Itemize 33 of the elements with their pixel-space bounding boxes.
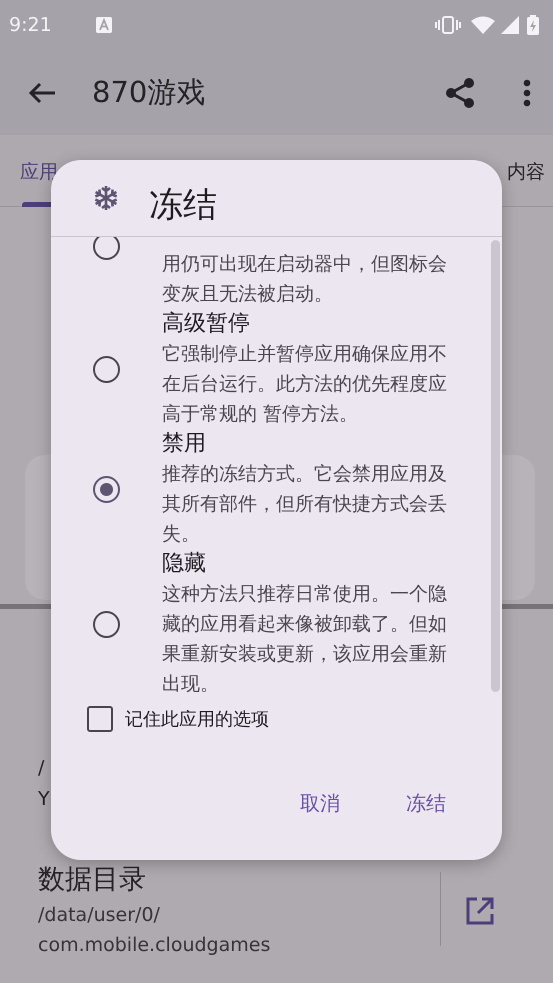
radio-button[interactable] (93, 610, 120, 638)
option-description: 用仍可出现在启动器中，但图标会变灰且无法被启动。 (162, 252, 448, 307)
option-description: 推荐的冻结方式。它会禁用应用及其所有部件，但所有快捷方式会丢失。 (162, 462, 448, 547)
dialog-title: 冻结 (149, 184, 217, 227)
checkbox-label: 记住此应用的选项 (125, 708, 269, 732)
more-icon[interactable] (523, 78, 531, 106)
app-title: 870游戏 (92, 74, 206, 111)
back-icon[interactable] (28, 82, 56, 104)
option-title: 高级暂停 (162, 310, 251, 338)
wifi-icon (471, 16, 495, 34)
option-title: 隐藏 (162, 550, 207, 578)
item-subtitle: / (38, 756, 44, 781)
option-description: 这种方法只推荐日常使用。一个隐藏的应用看起来像被卸载了。但如果重新安装或更新，该应用会重新出现。 (162, 582, 448, 697)
item-subtitle: /data/user/0/ (38, 903, 161, 928)
radio-button[interactable] (93, 356, 120, 382)
vibrate-icon (435, 16, 461, 34)
signal-icon (501, 16, 519, 34)
option-description: 它强制停止并暂停应用确保应用不在后台运行。此方法的优先程度应高于常规的 暂停方法。 (162, 342, 448, 427)
cancel-button[interactable]: 取消 (290, 784, 350, 822)
open-external-icon[interactable] (465, 896, 495, 926)
item-title: 数据目录 (38, 863, 147, 897)
item-subtitle: com.mobile.cloudgames (38, 933, 270, 958)
confirm-button[interactable]: 冻结 (396, 784, 456, 822)
item-subtitle: Y (38, 787, 50, 812)
option-title: 禁用 (162, 430, 207, 458)
notification-icon (96, 17, 112, 33)
radio-button[interactable] (93, 237, 120, 260)
battery-icon (527, 15, 539, 35)
checkbox[interactable] (87, 706, 113, 732)
tab[interactable]: 内容 (507, 159, 545, 185)
radio-button[interactable] (93, 476, 120, 502)
status-time: 9:21 (9, 12, 52, 38)
share-icon[interactable] (445, 76, 475, 108)
